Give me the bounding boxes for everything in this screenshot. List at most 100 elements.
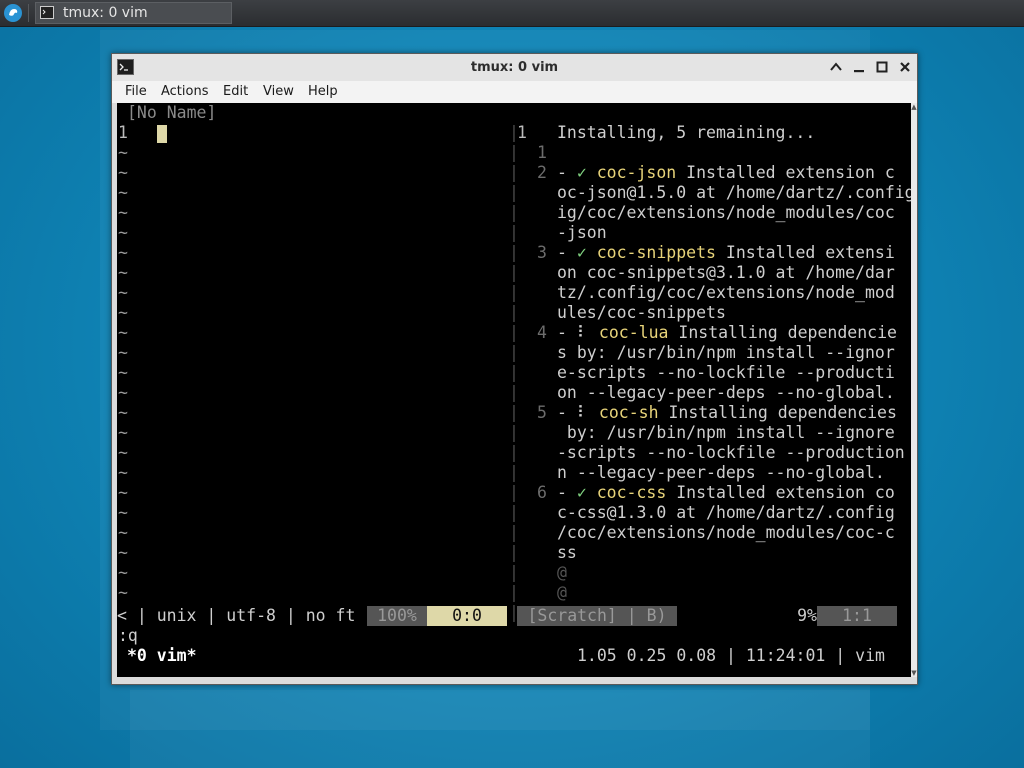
scrollbar[interactable]: ▲ ▼ [911, 103, 917, 677]
extension-name: coc-snippets [596, 243, 716, 262]
pane-divider-segment: | [509, 583, 519, 602]
menu-view[interactable]: View [263, 81, 294, 103]
shade-up-button[interactable] [828, 59, 844, 75]
status-scratch: [Scratch] | B) [517, 606, 677, 626]
empty-line-marker: ~ [118, 203, 128, 222]
coc-item-line: - ⠇ coc-lua Installing dependencie [557, 323, 897, 343]
empty-line-marker: ~ [118, 343, 128, 362]
empty-line-marker: ~ [118, 363, 128, 382]
pane-divider-segment: | [509, 543, 519, 562]
pane-divider-segment: | [509, 503, 519, 522]
coc-text-line: s by: /usr/bin/npm install --ignor [557, 343, 895, 362]
status-percent: 100% [367, 606, 427, 626]
maximize-button[interactable] [874, 59, 890, 75]
check-icon: ✓ [576, 243, 587, 262]
menu-edit[interactable]: Edit [223, 81, 248, 103]
pane-divider-segment: | [509, 283, 519, 302]
command-line: :q [118, 626, 138, 645]
empty-line-marker: ~ [118, 523, 128, 542]
empty-line-marker: ~ [118, 263, 128, 282]
coc-text-line: oc-json@1.5.0 at /home/dartz/.config [557, 183, 911, 202]
system-menu-icon[interactable] [3, 3, 23, 23]
pane-divider-segment: | [509, 143, 519, 162]
scroll-down-icon[interactable]: ▼ [911, 669, 917, 677]
empty-line-marker: ~ [118, 463, 128, 482]
pane-divider-segment: | [509, 563, 519, 582]
pane-divider-segment: | [509, 363, 519, 382]
coc-text-line: tz/.config/coc/extensions/node_mod [557, 283, 895, 302]
extension-name: coc-json [596, 163, 677, 182]
pane-divider-segment: | [509, 163, 519, 182]
menu-help[interactable]: Help [308, 81, 338, 103]
extension-status: Installing dependencie [668, 323, 897, 342]
empty-line-marker: ~ [118, 563, 128, 582]
empty-line-marker: ~ [118, 183, 128, 202]
coc-text-line: n --legacy-peer-deps --no-global. [557, 463, 885, 482]
tmux-right-status: 1.05 0.25 0.08 | 11:24:01 | vim [577, 646, 885, 665]
coc-text-line: ules/coc-snippets [557, 303, 726, 322]
pane-line-number: 1 [517, 123, 527, 142]
coc-header: Installing, 5 remaining... [557, 123, 816, 142]
spinner-icon: ⠇ [576, 323, 589, 342]
coc-line-number: 1 [537, 143, 547, 162]
empty-line-marker: ~ [118, 223, 128, 242]
coc-text-line: by: /usr/bin/npm install --ignore [557, 423, 895, 442]
coc-item-prefix: - [557, 243, 577, 262]
terminal-icon [40, 6, 54, 19]
coc-item-prefix: - [557, 323, 577, 342]
taskbar-task-label: tmux: 0 vim [63, 5, 148, 21]
window-title: tmux: 0 vim [470, 60, 559, 75]
terminal-window: tmux: 0 vim File Actions Edit View Help … [111, 53, 918, 685]
pane-divider-segment: | [509, 223, 519, 242]
coc-text-line: /coc/extensions/node_modules/coc-c [557, 523, 895, 542]
empty-line-marker: ~ [118, 303, 128, 322]
extension-status: Installed extension co [666, 483, 895, 502]
empty-line-marker: ~ [118, 503, 128, 522]
pane-divider-segment: | [509, 403, 519, 422]
scroll-up-icon[interactable]: ▲ [911, 103, 917, 111]
coc-text-line: on --legacy-peer-deps --no-global. [557, 383, 895, 402]
pane-divider-segment: | [509, 343, 519, 362]
truncated-line-marker: @ [557, 583, 567, 602]
taskbar: tmux: 0 vim [0, 0, 1024, 27]
status-right-position: 1:1 [817, 606, 897, 626]
extension-name: coc-sh [598, 403, 659, 422]
empty-line-marker: ~ [118, 583, 128, 602]
window-titlebar[interactable]: tmux: 0 vim [112, 54, 917, 81]
coc-text-line: -json [557, 223, 607, 242]
coc-text-line: -scripts --no-lockfile --production [557, 443, 905, 462]
empty-line-marker: ~ [118, 403, 128, 422]
minimize-button[interactable] [851, 59, 867, 75]
empty-line-marker: ~ [118, 283, 128, 302]
pane-divider-segment: | [509, 383, 519, 402]
spinner-icon: ⠇ [576, 403, 589, 422]
empty-line-marker: ~ [118, 163, 128, 182]
coc-item-prefix: - [557, 403, 577, 422]
coc-line-number: 2 [537, 163, 547, 182]
pane-divider-segment: | [509, 443, 519, 462]
coc-line-number: 4 [537, 323, 547, 342]
terminal-area[interactable]: [No Name] 1 ~ ~ ~ ~ ~ ~ ~ ~ ~ ~ ~ ~ ~ ~ ~ ~ ~ ~ ~ ~ ~ ~ ~ | | | |… [117, 103, 911, 677]
status-position: 0:0 [427, 606, 507, 626]
buffer-title: [No Name] [127, 103, 217, 122]
empty-line-marker: ~ [118, 483, 128, 502]
close-button[interactable] [897, 59, 913, 75]
coc-item-line: - ⠇ coc-sh Installing dependencies [557, 403, 897, 423]
empty-line-marker: ~ [118, 323, 128, 342]
text-cursor [157, 125, 167, 143]
menu-file[interactable]: File [125, 81, 147, 103]
menu-actions[interactable]: Actions [161, 81, 209, 103]
coc-text-line: ig/coc/extensions/node_modules/coc [557, 203, 895, 222]
taskbar-task-tmux[interactable]: tmux: 0 vim [35, 2, 232, 24]
desktop-panel [130, 690, 870, 768]
status-right-percent: 9% [677, 606, 817, 626]
empty-line-marker: ~ [118, 543, 128, 562]
tmux-window-label[interactable]: *0 vim* [127, 646, 197, 666]
status-left: < | unix | utf-8 | no ft [117, 606, 366, 625]
coc-line-number: 3 [537, 243, 547, 262]
check-icon: ✓ [576, 483, 587, 502]
coc-item-prefix: - [557, 483, 577, 502]
coc-text-line: ss [557, 543, 577, 562]
pane-divider-segment: | [509, 303, 519, 322]
pane-divider-segment: | [509, 483, 519, 502]
